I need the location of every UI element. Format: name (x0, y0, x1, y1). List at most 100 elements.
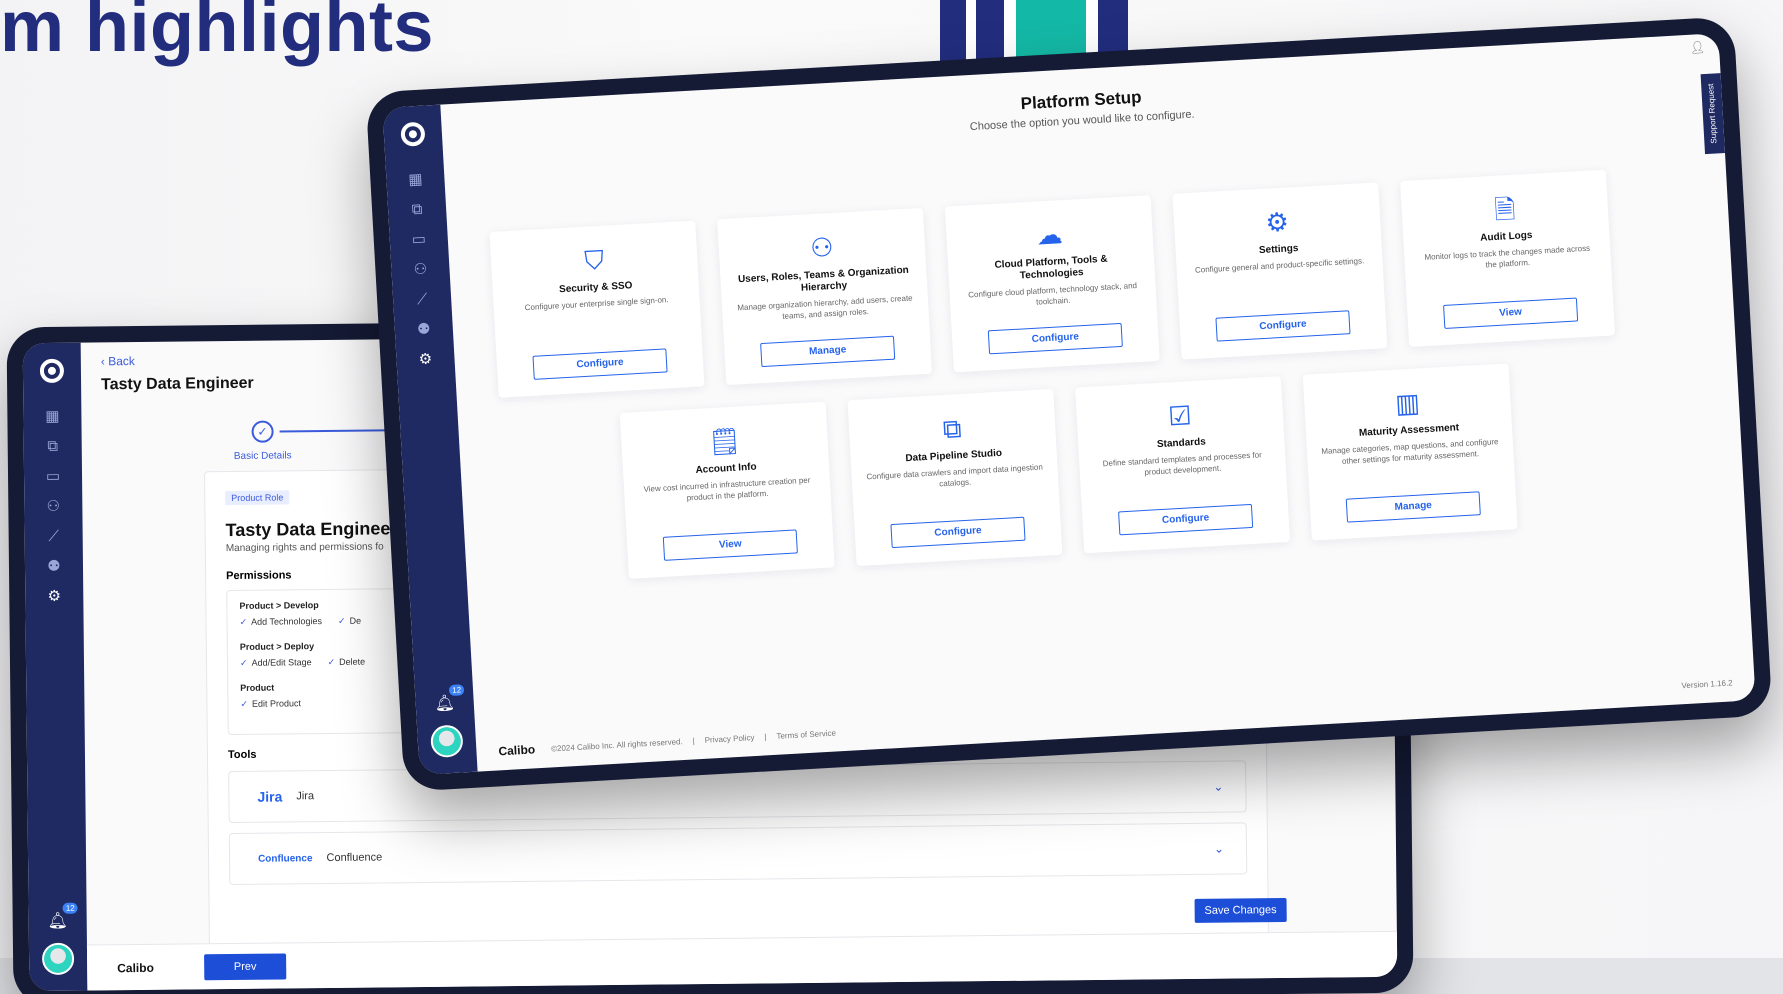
configure-button[interactable]: Configure (987, 322, 1123, 355)
version-label: Version 1.16.2 (1681, 678, 1733, 691)
setup-cards-row-1: ⛉ Security & SSO Configure your enterpri… (489, 169, 1616, 398)
card-description: Configure data crawlers and import data … (866, 462, 1043, 489)
back-link[interactable]: ‹ Back (101, 353, 254, 368)
bell-icon[interactable]: 🔔︎ 12 (434, 684, 465, 714)
pipeline-icon: ⧉ (942, 413, 963, 445)
gear-icon[interactable]: ⚙ (415, 349, 436, 370)
card-description: Configure cloud platform, technology sta… (968, 281, 1138, 307)
save-changes-button[interactable]: Save Changes (1194, 897, 1287, 923)
chart-icon[interactable]: ⟋ (412, 289, 433, 310)
page-heading: m highlights (0, 0, 434, 67)
invoice-icon: 🗒︎ (707, 425, 742, 458)
copyright-text: ©2024 Calibo Inc. All rights reserved. (550, 736, 683, 753)
bar-chart-icon: ▥ (1394, 387, 1421, 419)
grid-icon[interactable]: ▦ (42, 407, 62, 427)
users-icon[interactable]: ⚇ (43, 497, 63, 517)
configure-button[interactable]: Configure (890, 516, 1026, 549)
card-audit-logs: 🗎︎ Audit Logs Monitor logs to track the … (1400, 169, 1616, 347)
checklist-icon: ☑ (1167, 400, 1193, 432)
card-description: Manage organization hierarchy, add users… (737, 293, 913, 321)
card-settings: ⚙ Settings Configure general and product… (1172, 182, 1388, 360)
users-icon[interactable]: ⚇ (410, 259, 431, 280)
calibo-brand: Calibo (117, 960, 154, 975)
monitor-icon[interactable]: ▭ (43, 467, 63, 487)
footer: Calibo ©2024 Calibo Inc. All rights rese… (498, 726, 836, 759)
view-button[interactable]: View (1443, 297, 1579, 329)
permissions-box: Product > Develop ✓ Add Technologies ✓ De … (226, 588, 408, 736)
card-account-info: 🗒︎ Account Info View cost incurred in in… (619, 401, 835, 579)
notification-badge: 12 (448, 684, 465, 697)
document-icon: 🗎︎ (1493, 193, 1517, 225)
card-description: Define standard templates and processes … (1102, 450, 1262, 477)
platform-setup-screen: ▦ ⧉ ▭ ⚇ ⟋ ⚉ ⚙ 🔔︎ 12 👤︎ Support Request Pl… (382, 33, 1756, 775)
setup-cards-row-2: 🗒︎ Account Info View cost incurred in in… (619, 363, 1518, 579)
team-icon: ⚇ (809, 231, 835, 264)
step-label: Basic Details (233, 450, 292, 462)
manage-button[interactable]: Manage (1345, 491, 1481, 523)
box-icon[interactable]: ⧉ (407, 200, 428, 221)
permission-item[interactable]: ✓ Add Technologies (240, 616, 323, 628)
cloud-icon: ☁ (1035, 219, 1064, 251)
tablet-platform-setup: ▦ ⧉ ▭ ⚇ ⟋ ⚉ ⚙ 🔔︎ 12 👤︎ Support Request Pl… (365, 16, 1773, 792)
page-title: Tasty Data Engineer (100, 374, 254, 394)
prev-button[interactable]: Prev (203, 952, 287, 980)
user-icon[interactable]: 👤︎ (1689, 40, 1705, 55)
permission-item[interactable]: ✓ De (338, 616, 361, 627)
calibo-logo-icon[interactable] (39, 358, 65, 384)
card-description: Manage categories, map questions, and co… (1321, 437, 1499, 466)
notification-badge: 12 (62, 902, 78, 914)
permission-group-title: Product > Deploy (239, 641, 315, 652)
grid-icon[interactable]: ▦ (405, 170, 426, 191)
privacy-policy-link[interactable]: Privacy Policy (704, 733, 754, 745)
permission-item[interactable]: ✓ Add/Edit Stage (240, 657, 312, 669)
check-icon: ✓ (240, 698, 249, 709)
people-icon[interactable]: ⚉ (44, 557, 64, 577)
configure-button[interactable]: Configure (1118, 503, 1254, 536)
card-security-sso: ⛉ Security & SSO Configure your enterpri… (489, 220, 705, 398)
gear-icon: ⚙ (1264, 206, 1290, 238)
manage-button[interactable]: Manage (760, 335, 896, 368)
avatar[interactable] (429, 724, 464, 759)
check-icon: ✓ (327, 656, 336, 668)
permission-group: Product ✓ Edit Product (240, 681, 394, 710)
role-badge: Product Role (225, 490, 290, 506)
gear-icon[interactable]: ⚙ (44, 587, 64, 607)
permission-group-title: Product (240, 682, 275, 693)
tool-row-confluence[interactable]: Confluence Confluence ⌄ (228, 822, 1248, 886)
tool-name: Confluence (326, 851, 383, 865)
permission-group: Product > Develop ✓ Add Technologies ✓ De (239, 599, 393, 628)
people-icon[interactable]: ⚉ (413, 319, 434, 340)
card-users-roles: ⚇ Users, Roles, Teams & Organization Hie… (717, 207, 933, 386)
jira-logo-icon: Jira (257, 788, 283, 805)
configure-button[interactable]: Configure (532, 348, 668, 380)
permission-item[interactable]: ✓ Edit Product (240, 698, 301, 710)
card-description: View cost incurred in infrastructure cre… (643, 475, 811, 503)
box-icon[interactable]: ⧉ (43, 437, 63, 457)
permission-group: Product > Deploy ✓ Add/Edit Stage ✓ Delete (240, 640, 394, 669)
chart-icon[interactable]: ⟋ (44, 527, 64, 547)
card-description: Monitor logs to track the changes made a… (1424, 243, 1591, 270)
bell-icon[interactable]: 🔔︎ 12 (47, 902, 78, 931)
shield-icon: ⛉ (583, 244, 605, 276)
configure-button[interactable]: Configure (1215, 310, 1351, 342)
confluence-logo-icon: Confluence (257, 852, 313, 865)
calibo-brand: Calibo (498, 742, 536, 759)
sidebar: ▦ ⧉ ▭ ⚇ ⟋ ⚉ ⚙ 🔔︎ 12 (22, 342, 88, 992)
monitor-icon[interactable]: ▭ (408, 229, 429, 250)
card-data-pipeline-studio: ⧉ Data Pipeline Studio Configure data cr… (847, 388, 1063, 567)
terms-of-service-link[interactable]: Terms of Service (776, 728, 836, 740)
card-maturity-assessment: ▥ Maturity Assessment Manage categories,… (1302, 363, 1518, 541)
tool-name: Jira (296, 790, 315, 803)
chevron-down-icon[interactable]: ⌄ (1213, 780, 1223, 794)
footer-separator: | (692, 735, 695, 746)
card-standards: ☑ Standards Define standard templates an… (1075, 376, 1291, 554)
check-icon: ✓ (239, 616, 248, 627)
calibo-logo-icon[interactable] (400, 121, 426, 147)
check-icon: ✓ (337, 615, 346, 626)
stepper-step-basic-details[interactable]: ✓ Basic Details (233, 420, 292, 462)
view-button[interactable]: View (662, 529, 798, 561)
avatar[interactable] (41, 942, 75, 976)
footer-separator: | (764, 731, 767, 742)
chevron-down-icon[interactable]: ⌄ (1214, 842, 1224, 856)
permission-item[interactable]: ✓ Delete (328, 657, 366, 668)
